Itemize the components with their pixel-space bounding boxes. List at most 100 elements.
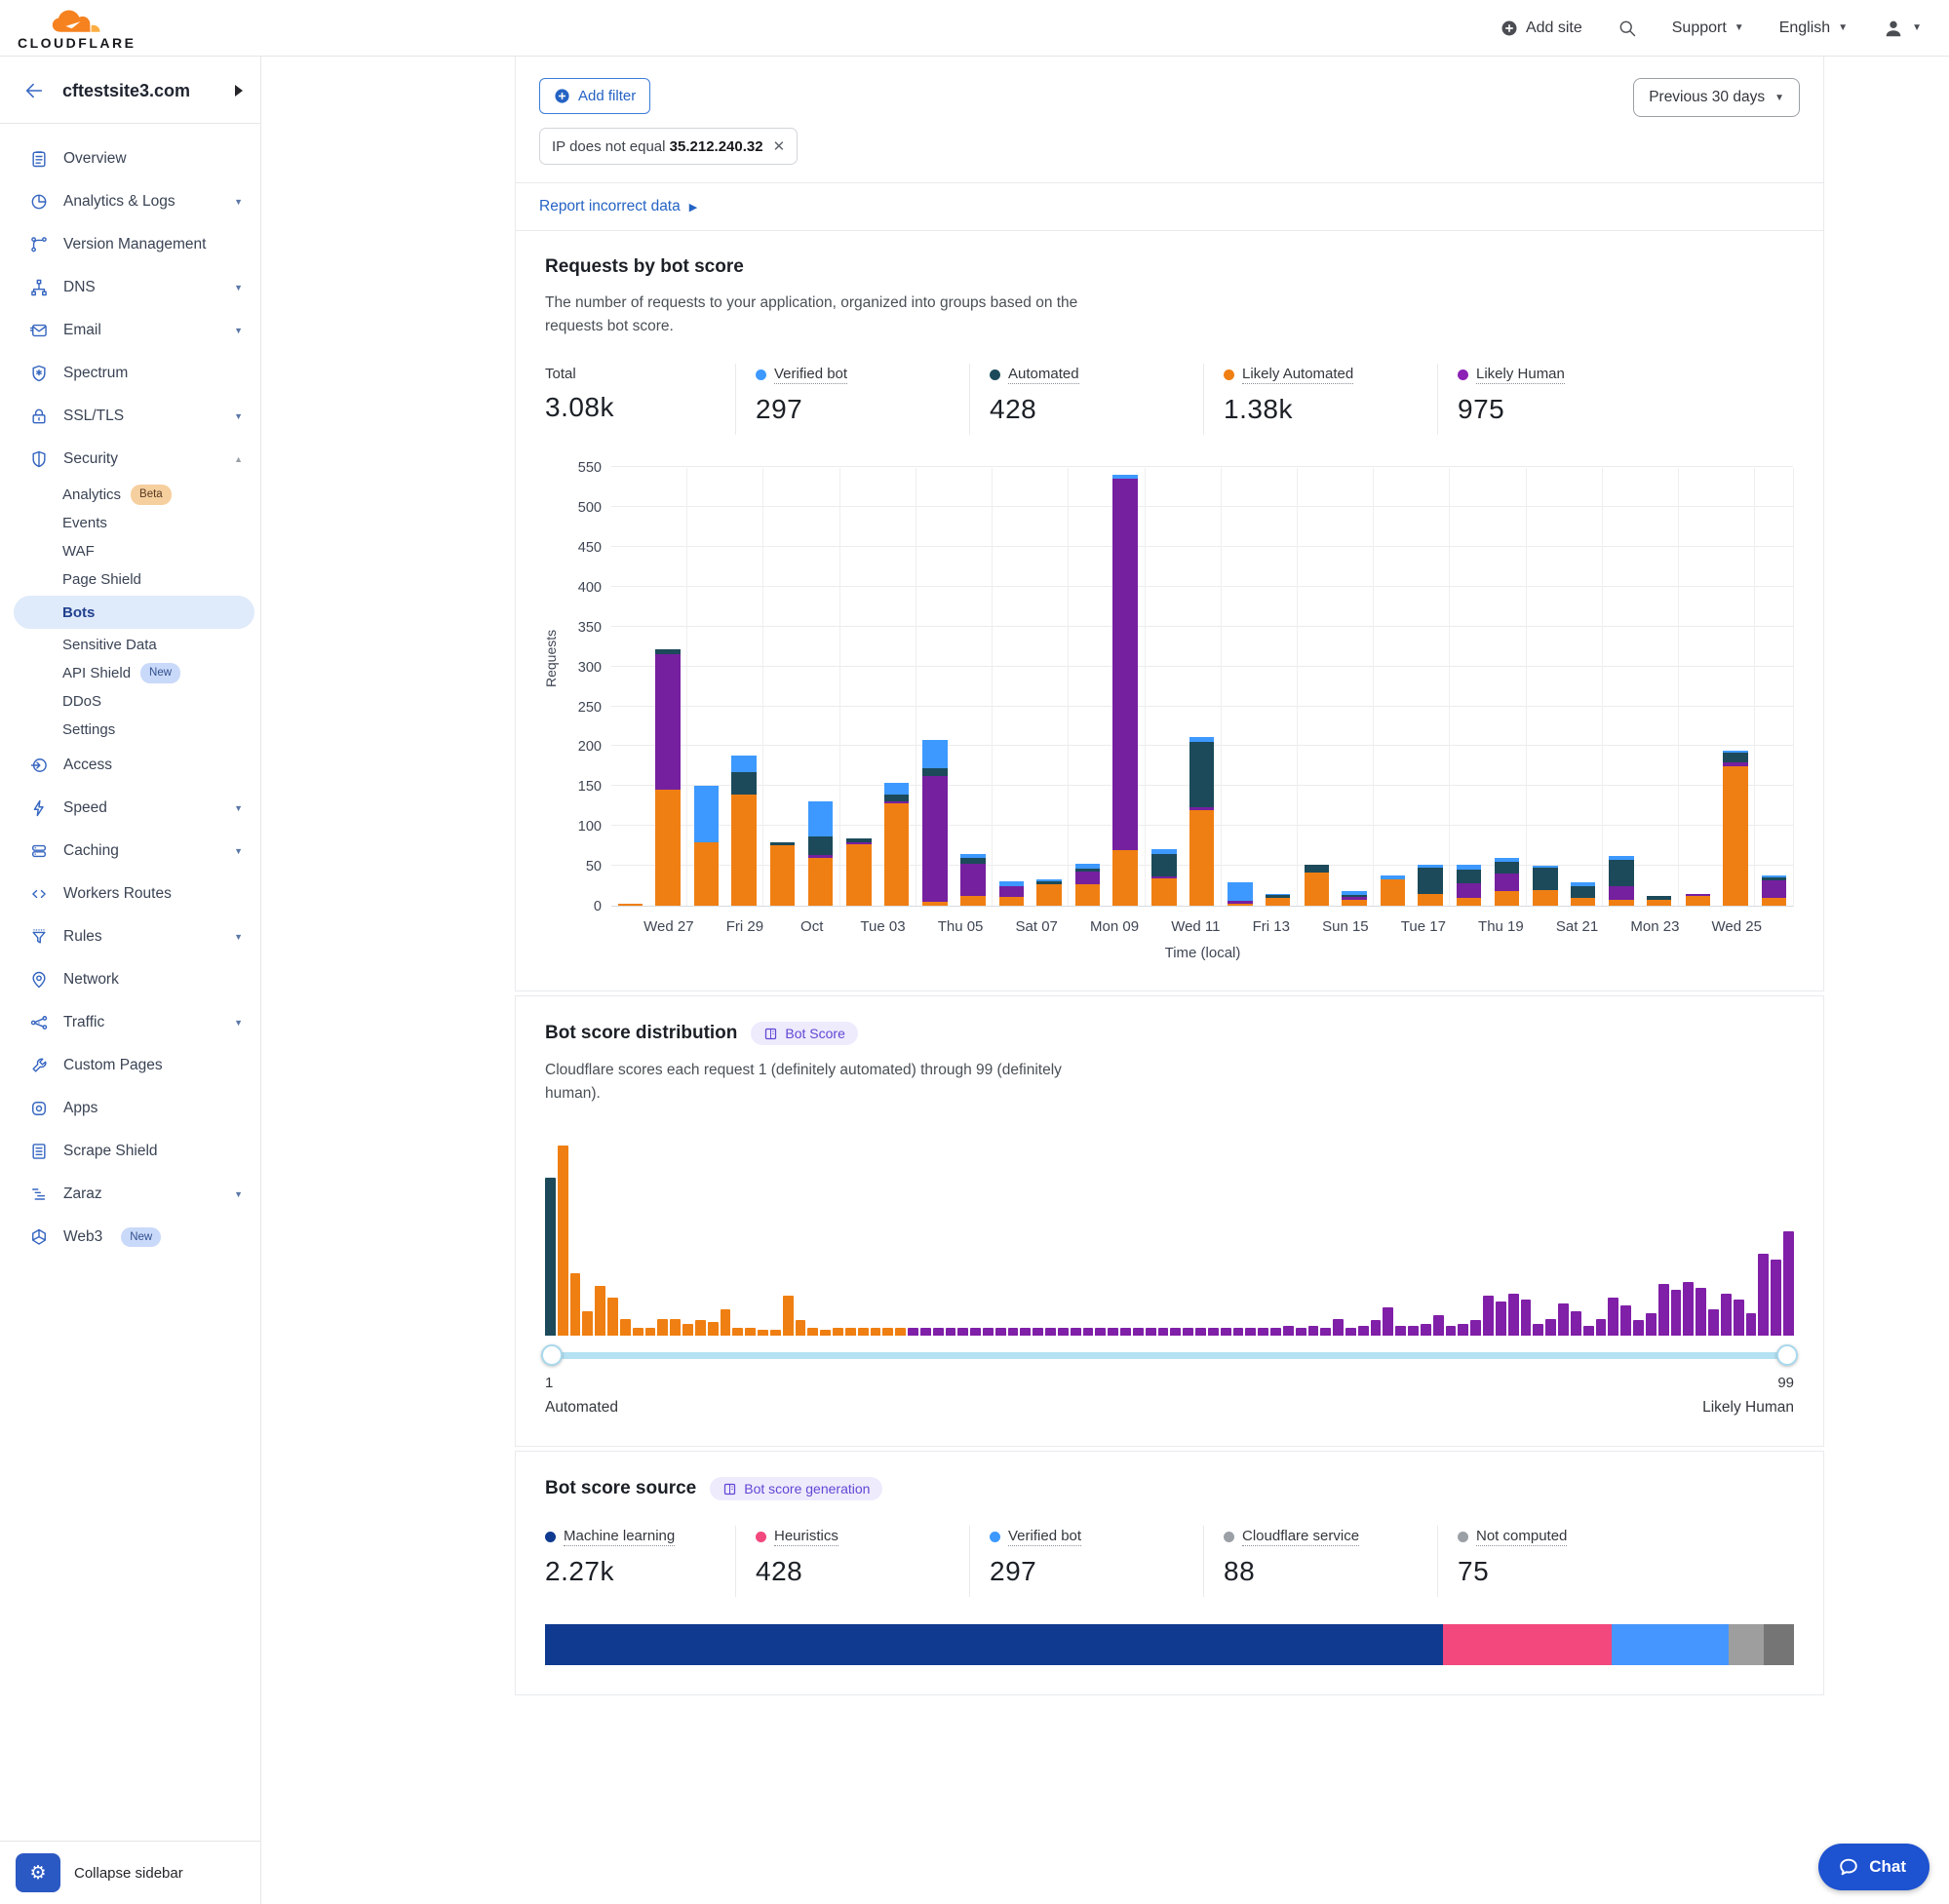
stat-likely-automated: Likely Automated1.38k [1203, 364, 1437, 435]
bot-score-generation-badge[interactable]: Bot score generation [710, 1477, 882, 1500]
sidebar-subitem-events[interactable]: Events [0, 509, 260, 537]
sidebar-item-security[interactable]: Security▲ [0, 438, 260, 481]
bot-score-badge[interactable]: Bot Score [751, 1022, 857, 1045]
sidebar-item-label: Security [63, 450, 118, 468]
sidebar-item-scrape-shield[interactable]: Scrape Shield [0, 1130, 260, 1173]
sidebar-item-email[interactable]: Email▼ [0, 309, 260, 352]
y-axis-labels: 050100150200250300350400450500550 [566, 468, 611, 907]
time-range-dropdown[interactable]: Previous 30 days ▼ [1633, 78, 1800, 117]
collapse-sidebar-row[interactable]: ⚙ Collapse sidebar [0, 1841, 260, 1904]
slider-track[interactable] [545, 1352, 1794, 1359]
sidebar-item-rules[interactable]: Rules▼ [0, 915, 260, 958]
add-filter-button[interactable]: Add filter [539, 78, 650, 114]
slider-handle-min[interactable] [541, 1344, 563, 1366]
sidebar-item-caching[interactable]: Caching▼ [0, 830, 260, 873]
x-axis-labels: Wed 27Fri 29OctTue 03Thu 05Sat 07Mon 09W… [611, 907, 1794, 935]
sidebar-item-workers-routes[interactable]: Workers Routes [0, 873, 260, 915]
sidebar-subitem-page-shield[interactable]: Page Shield [0, 565, 260, 594]
histogram-bar [933, 1328, 944, 1336]
sidebar-item-dns[interactable]: DNS▼ [0, 266, 260, 309]
bar-segment [1495, 874, 1519, 891]
sidebar-item-version-management[interactable]: Version Management [0, 223, 260, 266]
chevron-down-icon: ▼ [1838, 22, 1848, 33]
histogram-bar [1408, 1326, 1419, 1336]
ssl-icon [29, 407, 49, 426]
sidebar-subitem-waf[interactable]: WAF [0, 537, 260, 565]
sidebar-item-apps[interactable]: Apps [0, 1087, 260, 1130]
sidebar: cftestsite3.com OverviewAnalytics & Logs… [0, 57, 261, 1904]
sidebar-item-web3[interactable]: Web3New [0, 1216, 260, 1259]
stat-label[interactable]: Verified bot [1008, 1528, 1081, 1546]
sidebar-item-analytics-logs[interactable]: Analytics & Logs▼ [0, 180, 260, 223]
new-badge: New [140, 663, 180, 682]
bar-segment [808, 801, 833, 836]
sidebar-item-spectrum[interactable]: Spectrum [0, 352, 260, 395]
bar-segment [922, 740, 947, 768]
stacked-bar [1342, 891, 1366, 906]
bar-slot [1183, 468, 1221, 906]
stat-automated: Automated428 [969, 364, 1203, 435]
sidebar-item-ssl-tls[interactable]: SSL/TLS▼ [0, 395, 260, 438]
stat-likely-human: Likely Human975 [1437, 364, 1671, 435]
bar-segment [922, 776, 947, 902]
sidebar-item-speed[interactable]: Speed▼ [0, 787, 260, 830]
language-menu[interactable]: English▼ [1779, 19, 1848, 37]
search-button[interactable] [1618, 19, 1637, 38]
cloudflare-logo[interactable]: CLOUDFLARE [18, 7, 136, 50]
histogram-bar [732, 1328, 743, 1336]
bar-slot [954, 468, 992, 906]
sidebar-item-overview[interactable]: Overview [0, 137, 260, 180]
source-segment-heuristics [1443, 1624, 1612, 1665]
bar-segment [1533, 890, 1557, 906]
stat-label[interactable]: Verified bot [774, 366, 847, 384]
stat-label[interactable]: Automated [1008, 366, 1079, 384]
x-tick-label: Thu 05 [938, 907, 984, 935]
sidebar-subitem-analytics[interactable]: AnalyticsBeta [0, 481, 260, 509]
stat-label[interactable]: Heuristics [774, 1528, 838, 1546]
bar-segment [1036, 884, 1061, 906]
x-tick-label [694, 907, 726, 935]
report-incorrect-data-link[interactable]: Report incorrect data ▶ [539, 198, 697, 215]
chat-button[interactable]: Chat [1818, 1844, 1930, 1890]
legend-dot-icon [990, 1532, 1000, 1542]
bar-segment [731, 772, 756, 795]
sidebar-subitem-ddos[interactable]: DDoS [0, 687, 260, 716]
histogram-bar [1683, 1282, 1694, 1336]
stat-value: 88 [1224, 1556, 1418, 1587]
sidebar-item-access[interactable]: Access [0, 744, 260, 787]
chevron-right-icon[interactable] [233, 84, 245, 97]
filter-chip[interactable]: IP does not equal 35.212.240.32 ✕ [539, 128, 798, 165]
account-menu[interactable]: ▼ [1883, 18, 1922, 39]
stat-label[interactable]: Machine learning [564, 1528, 675, 1546]
support-menu[interactable]: Support▼ [1672, 19, 1744, 37]
histogram-bar [695, 1320, 706, 1336]
bot-score-histogram [545, 1141, 1794, 1336]
bar-segment [1723, 753, 1747, 762]
back-arrow-icon[interactable] [23, 80, 45, 101]
sidebar-subitem-bots[interactable]: Bots [14, 596, 254, 629]
stacked-bar [1228, 882, 1252, 907]
source-segment-machine-learning [545, 1624, 1443, 1665]
stat-label[interactable]: Not computed [1476, 1528, 1567, 1546]
score-range-slider [545, 1343, 1794, 1367]
sidebar-item-zaraz[interactable]: Zaraz▼ [0, 1173, 260, 1216]
sidebar-item-traffic[interactable]: Traffic▼ [0, 1001, 260, 1044]
sidebar-subitem-api-shield[interactable]: API ShieldNew [0, 659, 260, 687]
requests-stats-row: Total3.08kVerified bot297Automated428Lik… [545, 364, 1794, 435]
remove-filter-icon[interactable]: ✕ [773, 137, 786, 155]
settings-gear-button[interactable]: ⚙ [16, 1853, 60, 1892]
stacked-bar [999, 881, 1024, 906]
stat-label[interactable]: Cloudflare service [1242, 1528, 1359, 1546]
sidebar-subitem-sensitive-data[interactable]: Sensitive Data [0, 631, 260, 659]
slider-handle-max[interactable] [1776, 1344, 1798, 1366]
histogram-bar [1583, 1326, 1594, 1336]
bar-slot [1449, 468, 1488, 906]
plus-circle-icon [554, 88, 570, 104]
stat-label[interactable]: Likely Automated [1242, 366, 1353, 384]
add-site-button[interactable]: Add site [1501, 19, 1582, 37]
sidebar-subitem-settings[interactable]: Settings [0, 716, 260, 744]
sidebar-item-custom-pages[interactable]: Custom Pages [0, 1044, 260, 1087]
stacked-bar [1723, 751, 1747, 907]
sidebar-item-network[interactable]: Network [0, 958, 260, 1001]
stat-label[interactable]: Likely Human [1476, 366, 1565, 384]
